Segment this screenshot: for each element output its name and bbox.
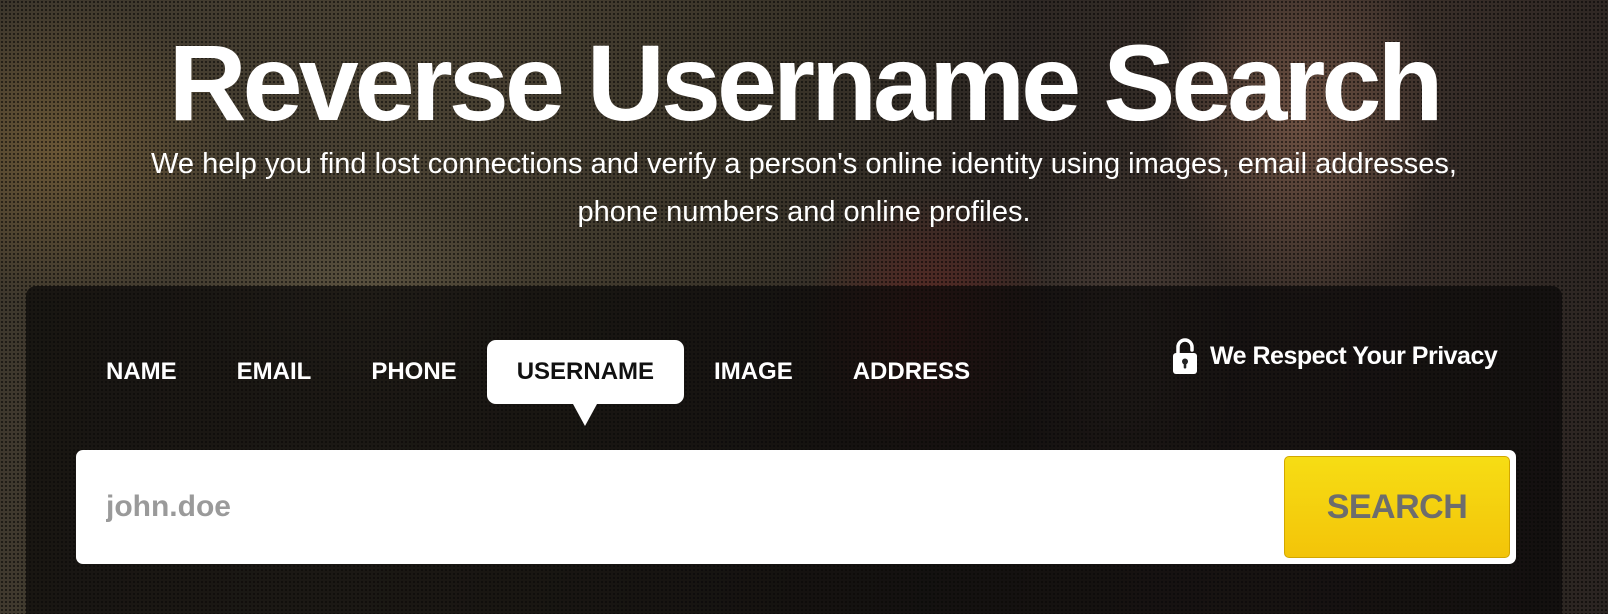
tab-email[interactable]: EMAIL	[207, 340, 342, 404]
subtitle-line-2: phone numbers and online profiles.	[577, 196, 1031, 228]
tab-phone[interactable]: PHONE	[341, 340, 486, 404]
subtitle-line-1: We help you find lost connections and ve…	[151, 148, 1457, 180]
page-title: Reverse Username Search	[168, 22, 1444, 143]
lock-icon	[1173, 338, 1197, 374]
search-input[interactable]	[82, 456, 1284, 558]
hero-section: Reverse Username Search We help you find…	[0, 0, 1608, 614]
tab-address[interactable]: ADDRESS	[823, 340, 1000, 404]
tab-username[interactable]: USERNAME	[486, 340, 685, 426]
search-bar: SEARCH	[76, 450, 1516, 564]
search-type-tabs: NAME EMAIL PHONE USERNAME IMAGE ADDRESS	[76, 340, 1000, 426]
tab-name[interactable]: NAME	[76, 340, 207, 404]
privacy-label: We Respect Your Privacy	[1210, 341, 1498, 370]
search-button[interactable]: SEARCH	[1284, 456, 1510, 558]
privacy-notice[interactable]: We Respect Your Privacy	[1172, 336, 1498, 376]
tab-image[interactable]: IMAGE	[684, 340, 823, 404]
page-subtitle: We help you find lost connections and ve…	[30, 140, 1578, 236]
